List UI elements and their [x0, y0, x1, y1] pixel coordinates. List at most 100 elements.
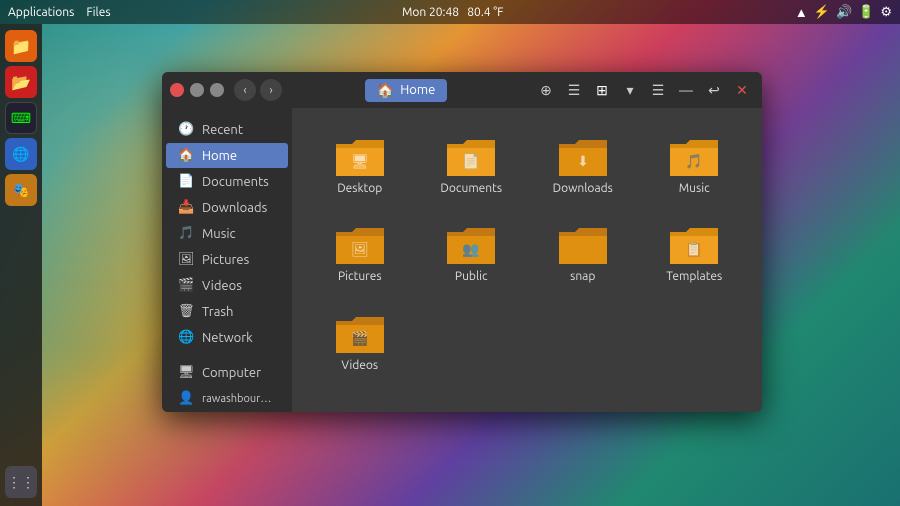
home-icon: 🏠 — [178, 148, 194, 163]
snap-folder-icon — [557, 222, 609, 266]
music-label: Music — [679, 182, 710, 196]
desktop: Applications Files Mon 20:48 80.4 °F ▲ ⚡… — [0, 0, 900, 506]
list-view-button[interactable]: ☰ — [562, 78, 586, 102]
applications-menu[interactable]: Applications — [8, 6, 74, 19]
files-dock-icon: 📁 — [11, 37, 31, 56]
battery-icon[interactable]: 🔋 — [858, 5, 874, 20]
pictures-icon: 🖼 — [178, 252, 194, 267]
sidebar-item-documents[interactable]: 📄 Documents — [166, 169, 288, 194]
svg-text:⬇: ⬇ — [577, 153, 589, 169]
menu-button[interactable]: ☰ — [646, 78, 670, 102]
svg-text:📄: 📄 — [463, 153, 480, 170]
filemanager-window: ‹ › 🏠 Home ⊕ ☰ ⊞ ▾ ☰ — ↩ ✕ — [162, 72, 762, 412]
wifi-icon[interactable]: ▲ — [795, 5, 808, 20]
documents-folder-icon: 📄 — [445, 134, 497, 178]
window-dash-button[interactable]: — — [674, 78, 698, 102]
sidebar-item-trash[interactable]: 🗑 Trash — [166, 299, 288, 324]
sidebar-item-computer[interactable]: 🖥 Computer — [166, 360, 288, 385]
grid-view-button[interactable]: ⊞ — [590, 78, 614, 102]
dock-grid-button[interactable]: ⋮⋮ — [5, 466, 37, 498]
folder-downloads[interactable]: ⬇ Downloads — [531, 124, 635, 204]
settings-icon[interactable]: ⚙ — [880, 5, 892, 20]
sidebar-item-account[interactable]: 👤 rawashbourne@g... — [166, 386, 288, 411]
folder-templates[interactable]: 📋 Templates — [643, 212, 747, 292]
downloads-label: Downloads — [553, 182, 613, 196]
star-button[interactable]: ⊕ — [534, 78, 558, 102]
restore-button[interactable]: ↩ — [702, 78, 726, 102]
folder-pictures[interactable]: 🖼 Pictures — [308, 212, 412, 292]
svg-text:📋: 📋 — [686, 241, 703, 258]
svg-text:🖥: 🖥 — [351, 153, 369, 169]
app-dock-icon: 🎭 — [12, 182, 29, 199]
pictures-label: Pictures — [338, 270, 382, 284]
public-label: Public — [455, 270, 488, 284]
sidebar-pictures-label: Pictures — [202, 253, 249, 267]
topbar-left: Applications Files — [8, 6, 111, 19]
volume-icon[interactable]: 🔊 — [836, 5, 852, 20]
dock-item-browser[interactable]: 🌐 — [5, 138, 37, 170]
svg-text:🖼: 🖼 — [351, 241, 369, 257]
terminal-dock-icon: ⌨ — [11, 110, 31, 127]
templates-folder-icon: 📋 — [668, 222, 720, 266]
folder-music[interactable]: 🎵 Music — [643, 124, 747, 204]
sidebar-item-recent[interactable]: 🕐 Recent — [166, 117, 288, 142]
music-folder-icon: 🎵 — [668, 134, 720, 178]
sidebar-item-home[interactable]: 🏠 Home — [166, 143, 288, 168]
account-icon: 👤 — [178, 391, 194, 406]
window-close-button[interactable]: ✕ — [730, 78, 754, 102]
titlebar: ‹ › 🏠 Home ⊕ ☰ ⊞ ▾ ☰ — ↩ ✕ — [162, 72, 762, 108]
recent-icon: 🕐 — [178, 122, 194, 137]
sidebar-item-pictures[interactable]: 🖼 Pictures — [166, 247, 288, 272]
snap-label: snap — [570, 270, 595, 284]
back-button[interactable]: ‹ — [234, 79, 256, 101]
sidebar-item-network[interactable]: 🌐 Network — [166, 325, 288, 350]
folder-videos[interactable]: 🎬 Videos — [308, 301, 412, 381]
location-label: Home — [400, 83, 435, 97]
sidebar-home-label: Home — [202, 149, 237, 163]
folder-snap[interactable]: snap — [531, 212, 635, 292]
dock-item-app[interactable]: 🎭 — [5, 174, 37, 206]
topbar: Applications Files Mon 20:48 80.4 °F ▲ ⚡… — [0, 0, 900, 24]
sort-dropdown-button[interactable]: ▾ — [618, 78, 642, 102]
desktop-label: Desktop — [337, 182, 382, 196]
svg-text:👥: 👥 — [463, 241, 480, 258]
maximize-button[interactable] — [210, 83, 224, 97]
music-icon: 🎵 — [178, 226, 194, 241]
downloads-folder-icon: ⬇ — [557, 134, 609, 178]
sidebar-account-label: rawashbourne@g... — [202, 393, 276, 405]
titlebar-actions: ⊕ ☰ ⊞ ▾ ☰ — ↩ ✕ — [534, 78, 754, 102]
location-pill[interactable]: 🏠 Home — [365, 79, 448, 102]
forward-button[interactable]: › — [260, 79, 282, 101]
bluetooth-icon[interactable]: ⚡ — [814, 5, 830, 20]
dock-item-folder[interactable]: 📂 — [5, 66, 37, 98]
sidebar-item-videos[interactable]: 🎬 Videos — [166, 273, 288, 298]
sidebar-network-label: Network — [202, 331, 253, 345]
close-button[interactable] — [170, 83, 184, 97]
sidebar-recent-label: Recent — [202, 123, 243, 137]
dock-item-terminal[interactable]: ⌨ — [5, 102, 37, 134]
downloads-icon: 📥 — [178, 200, 194, 215]
minimize-button[interactable] — [190, 83, 204, 97]
window-body: 🕐 Recent 🏠 Home 📄 Documents 📥 Downloads … — [162, 108, 762, 412]
nav-arrows: ‹ › — [234, 79, 282, 101]
main-content: 🖥 Desktop 📄 Documents — [292, 108, 762, 412]
sidebar-computer-label: Computer — [202, 366, 261, 380]
sidebar: 🕐 Recent 🏠 Home 📄 Documents 📥 Downloads … — [162, 108, 292, 412]
topbar-right: ▲ ⚡ 🔊 🔋 ⚙ — [795, 5, 892, 20]
sidebar-item-music[interactable]: 🎵 Music — [166, 221, 288, 246]
folder-public[interactable]: 👥 Public — [420, 212, 524, 292]
sidebar-videos-label: Videos — [202, 279, 242, 293]
svg-text:🎬: 🎬 — [351, 330, 368, 347]
trash-icon: 🗑 — [178, 304, 194, 319]
sidebar-documents-label: Documents — [202, 175, 269, 189]
svg-text:🎵: 🎵 — [686, 153, 703, 169]
folder-desktop[interactable]: 🖥 Desktop — [308, 124, 412, 204]
dock: 📁 📂 ⌨ 🌐 🎭 ⋮⋮ — [0, 24, 42, 506]
public-folder-icon: 👥 — [445, 222, 497, 266]
files-menu[interactable]: Files — [86, 6, 110, 19]
dock-item-files[interactable]: 📁 — [5, 30, 37, 62]
folder-documents[interactable]: 📄 Documents — [420, 124, 524, 204]
pictures-folder-icon: 🖼 — [334, 222, 386, 266]
sidebar-item-downloads[interactable]: 📥 Downloads — [166, 195, 288, 220]
videos-folder-icon: 🎬 — [334, 311, 386, 355]
